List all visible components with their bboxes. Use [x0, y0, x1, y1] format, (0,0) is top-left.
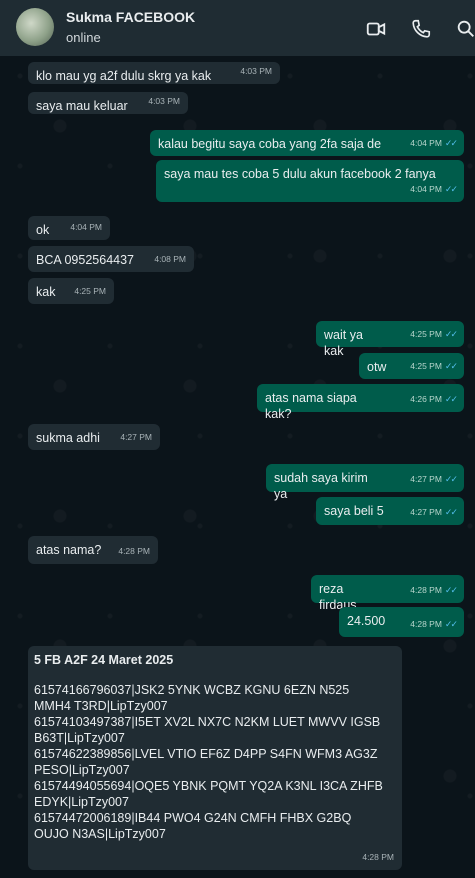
message-bubble-incoming[interactable]: BCA 0952564437 4:08 PM: [28, 246, 194, 272]
double-check-icon: ✓✓: [444, 507, 458, 517]
message-time: 4:08 PM: [154, 254, 186, 264]
message-line: MMH4 T3RD|LipTzy007: [34, 699, 168, 713]
message-time: 4:27 PM ✓✓: [410, 474, 458, 484]
chat-header: Sukma FACEBOOK online: [0, 0, 475, 56]
message-text: sukma adhi: [36, 431, 100, 445]
message-bubble-outgoing[interactable]: atas nama siapa kak? 4:26 PM ✓✓: [257, 384, 464, 421]
message-text: 24.500: [347, 614, 386, 628]
message-bubble-incoming[interactable]: ok 4:04 PM: [28, 216, 110, 240]
message-bubble-outgoing[interactable]: saya mau tes coba 5 dulu akun facebook 2…: [156, 160, 464, 202]
contact-info[interactable]: Sukma FACEBOOK online: [66, 9, 195, 45]
message-bubble-outgoing[interactable]: saya beli 5 4:27 PM ✓✓: [316, 497, 464, 525]
double-check-icon: ✓✓: [444, 474, 458, 484]
double-check-icon: ✓✓: [444, 184, 458, 194]
message-line: 61574166796037|JSK2 5YNK WCBZ KGNU 6EZN …: [34, 683, 350, 697]
contact-name: Sukma FACEBOOK: [66, 9, 196, 25]
message-bubble-outgoing[interactable]: 24.500 4:28 PM ✓✓: [339, 607, 464, 637]
message-time: 4:25 PM ✓✓: [410, 361, 458, 371]
message-bubble-incoming[interactable]: atas nama? 4:28 PM: [28, 536, 158, 564]
double-check-icon: ✓✓: [444, 619, 458, 629]
message-bubble-outgoing[interactable]: kalau begitu saya coba yang 2fa saja de …: [150, 130, 464, 156]
message-time: 4:04 PM ✓✓: [410, 184, 458, 194]
message-line: 61574103497387|I5ET XV2L NX7C N2KM LUET …: [34, 715, 381, 729]
double-check-icon: ✓✓: [444, 585, 458, 595]
message-text: atas nama?: [36, 543, 102, 557]
message-bubble-outgoing[interactable]: sudah saya kirim ya 4:27 PM ✓✓: [266, 464, 464, 501]
message-line: OUJO N3AS|LipTzy007: [34, 827, 166, 841]
message-text: saya mau keluar: [36, 99, 128, 113]
message-bubble-incoming[interactable]: klo mau yg a2f dulu skrg ya kak 4:03 PM: [28, 62, 280, 84]
message-time: 4:28 PM ✓✓: [410, 619, 458, 629]
message-time: 4:03 PM: [148, 96, 180, 106]
message-bubble-incoming[interactable]: saya mau keluar 4:03 PM: [28, 92, 188, 114]
message-bubble-outgoing[interactable]: wait ya kak 4:25 PM ✓✓: [316, 321, 464, 358]
message-line: 61574622389856|LVEL VTIO EF6Z D4PP S4FN …: [34, 747, 378, 761]
message-text: klo mau yg a2f dulu skrg ya kak: [36, 69, 212, 83]
message-text: BCA 0952564437: [36, 253, 135, 267]
message-time: 4:04 PM ✓✓: [410, 138, 458, 148]
double-check-icon: ✓✓: [444, 329, 458, 339]
message-time: 4:28 PM: [118, 546, 150, 556]
message-time: 4:28 PM ✓✓: [410, 585, 458, 595]
double-check-icon: ✓✓: [444, 361, 458, 371]
message-line: PESO|LipTzy007: [34, 763, 130, 777]
message-time: 4:03 PM: [240, 66, 272, 76]
message-bubble-incoming[interactable]: kak 4:25 PM: [28, 278, 114, 304]
message-bubble-incoming[interactable]: sukma adhi 4:27 PM: [28, 424, 160, 450]
message-text: kak: [36, 285, 56, 299]
message-bubble-outgoing[interactable]: otw 4:25 PM ✓✓: [359, 353, 464, 379]
message-time: 4:27 PM: [120, 432, 152, 442]
message-time: 4:25 PM: [74, 286, 106, 296]
contact-status: online: [66, 30, 101, 45]
message-time: 4:28 PM: [362, 852, 394, 862]
avatar[interactable]: [16, 8, 54, 46]
double-check-icon: ✓✓: [444, 138, 458, 148]
message-text: ok: [36, 223, 50, 237]
search-icon[interactable]: [455, 18, 475, 40]
message-time: 4:04 PM: [70, 222, 102, 232]
message-line: B63T|LipTzy007: [34, 731, 125, 745]
message-text: kalau begitu saya coba yang 2fa saja de: [158, 137, 382, 151]
phone-icon[interactable]: [410, 18, 432, 40]
message-time: 4:27 PM ✓✓: [410, 507, 458, 517]
message-bubble-incoming-long[interactable]: 5 FB A2F 24 Maret 2025 61574166796037|JS…: [28, 646, 402, 870]
message-text: saya mau tes coba 5 dulu akun facebook 2…: [164, 167, 436, 181]
message-bubble-outgoing[interactable]: reza firdaus 4:28 PM ✓✓: [311, 575, 464, 612]
message-text: otw: [367, 360, 387, 374]
message-line: EDYK|LipTzy007: [34, 795, 129, 809]
message-time: 4:26 PM ✓✓: [410, 394, 458, 404]
video-camera-icon[interactable]: [365, 18, 387, 40]
message-line: 61574472006189|IB44 PWO4 G24N CMFH FHBX …: [34, 811, 352, 825]
message-title: 5 FB A2F 24 Maret 2025: [34, 653, 174, 667]
message-line: 61574494055694|OQE5 YBNK PQMT YQ2A K3NL …: [34, 779, 383, 793]
double-check-icon: ✓✓: [444, 394, 458, 404]
message-time: 4:25 PM ✓✓: [410, 329, 458, 339]
message-text: saya beli 5: [324, 504, 384, 518]
